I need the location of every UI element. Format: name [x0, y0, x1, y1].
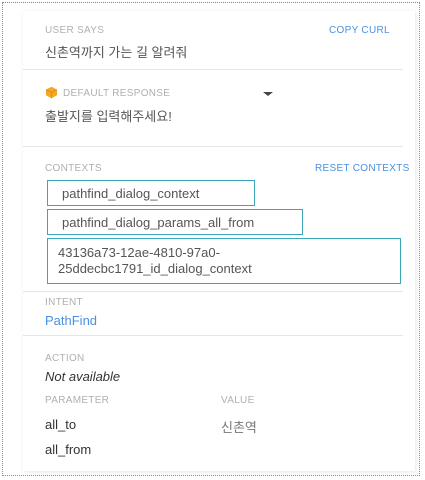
action-caption: ACTION — [45, 353, 85, 364]
intent-caption: INTENT — [45, 297, 83, 308]
chevron-down-icon[interactable] — [263, 92, 273, 96]
window-frame: USER SAYS COPY CURL 신촌역까지 가는 길 알려줘 DEFAU… — [2, 2, 420, 476]
user-says-text: 신촌역까지 가는 길 알려줘 — [45, 45, 188, 60]
divider — [23, 335, 403, 336]
context-chip[interactable]: pathfind_dialog_context — [47, 180, 255, 206]
reset-contexts-button[interactable]: RESET CONTEXTS — [315, 163, 410, 174]
context-chip[interactable]: pathfind_dialog_params_all_from — [47, 209, 303, 235]
default-response-caption: DEFAULT RESPONSE — [63, 88, 171, 99]
chat-bubble-icon — [45, 86, 58, 99]
divider — [23, 291, 403, 292]
action-value: Not available — [45, 369, 121, 384]
context-chip[interactable]: 43136a73-12ae-4810-97a0-25ddecbc1791_id_… — [47, 238, 401, 284]
parameter-column-header: PARAMETER — [45, 395, 110, 406]
intent-link[interactable]: PathFind — [45, 313, 97, 328]
test-console-panel: USER SAYS COPY CURL 신촌역까지 가는 길 알려줘 DEFAU… — [23, 11, 415, 471]
parameter-name: all_to — [45, 417, 77, 432]
parameter-name: all_from — [45, 442, 92, 457]
value-column-header: VALUE — [221, 395, 255, 406]
copy-curl-button[interactable]: COPY CURL — [329, 25, 390, 36]
divider — [23, 146, 403, 147]
parameter-value: 신촌역 — [221, 420, 257, 435]
contexts-caption: CONTEXTS — [45, 163, 102, 174]
default-response-text: 출발지를 입력해주세요! — [45, 109, 172, 124]
divider — [23, 69, 403, 70]
user-says-caption: USER SAYS — [45, 25, 105, 36]
